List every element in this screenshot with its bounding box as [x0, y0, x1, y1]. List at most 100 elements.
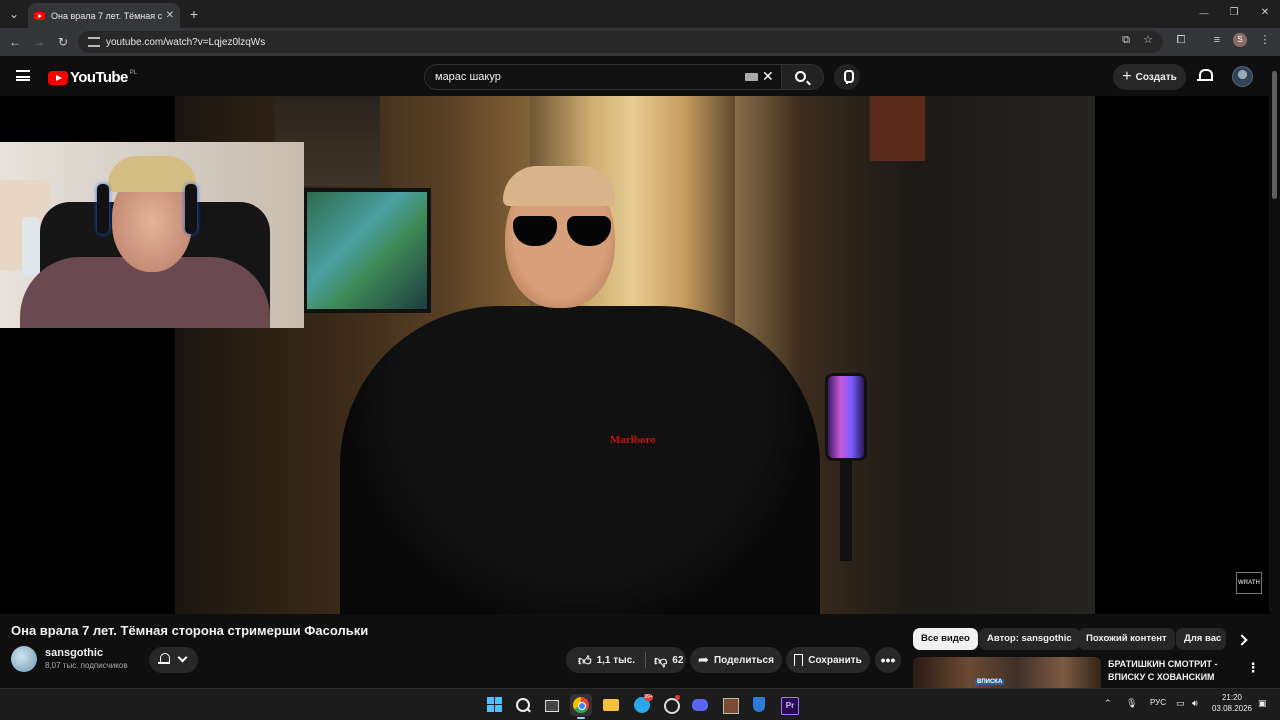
chip-for-you[interactable]: Для вас — [1176, 628, 1226, 650]
premiere-pro-icon[interactable] — [778, 694, 800, 716]
like-count: 1,1 тыс. — [596, 654, 636, 666]
search-button[interactable] — [782, 64, 824, 90]
channel-avatar[interactable] — [11, 646, 37, 672]
logo-text: YouTube — [70, 69, 128, 86]
dislike-button[interactable]: 👎︎ 62 — [654, 647, 683, 673]
file-explorer-icon[interactable] — [600, 694, 622, 716]
task-view-icon[interactable] — [541, 694, 563, 716]
background-monitor — [303, 188, 431, 313]
recommended-menu-icon[interactable]: ⋮ — [1246, 660, 1260, 676]
share-button[interactable]: ➦ Поделиться — [690, 647, 782, 673]
water-bottle — [22, 217, 40, 277]
search-input[interactable]: марас шакур — [424, 64, 782, 90]
forward-icon[interactable]: → — [29, 32, 49, 52]
webcam-overlay — [0, 142, 304, 328]
url-text: youtube.com/watch?v=Lqjez0lzqWs — [106, 36, 266, 48]
country-code: PL — [129, 69, 138, 76]
network-icon[interactable]: ▭ — [1176, 698, 1185, 709]
chip-all-videos[interactable]: Все видео — [913, 628, 978, 650]
address-bar[interactable]: youtube.com/watch?v=Lqjez0lzqWs — [78, 31, 1163, 53]
new-tab-button[interactable]: + — [184, 4, 204, 24]
active-app-indicator — [577, 717, 585, 719]
telegram-badge: 99+ — [644, 694, 653, 701]
app-icon[interactable] — [660, 694, 682, 716]
media-icon[interactable]: ≡ — [1209, 32, 1225, 48]
start-button[interactable] — [484, 694, 506, 716]
subscribed-button[interactable] — [149, 647, 198, 673]
browser-tab-strip: ⌄ Она врала 7 лет. Тёмная сторона стриме… — [0, 0, 1280, 28]
save-button[interactable]: Сохранить — [786, 647, 870, 673]
youtube-header: YouTube PL марас шакур ✕ + Создать — [0, 56, 1280, 96]
mic-icon[interactable] — [834, 64, 860, 90]
keyboard-icon[interactable] — [745, 73, 758, 81]
presenter-hair — [503, 166, 615, 206]
tab-close-icon[interactable]: ✕ — [166, 10, 174, 21]
streamer-hair — [108, 156, 196, 192]
hamburger-icon[interactable] — [16, 70, 30, 81]
rgb-microphone — [825, 373, 867, 461]
dislike-icon: 👎︎ — [654, 652, 668, 668]
youtube-logo[interactable]: YouTube PL — [48, 69, 137, 86]
search-icon — [795, 71, 806, 82]
close-window-button[interactable]: ✕ — [1255, 3, 1275, 23]
like-divider — [645, 652, 647, 668]
tray-chevron-icon[interactable]: ⌃ — [1104, 698, 1112, 709]
browser-toolbar: ← → ↻ youtube.com/watch?v=Lqjez0lzqWs ⧉ … — [0, 28, 1280, 56]
share-label: Поделиться — [713, 654, 774, 666]
windows-logo-icon — [487, 697, 494, 704]
like-button[interactable]: 👍︎ 1,1 тыс. — [566, 647, 635, 673]
windows-logo-icon — [487, 705, 494, 712]
chrome-icon[interactable] — [570, 694, 592, 716]
recommended-title[interactable]: БРАТИШКИН СМОТРИТ - ВПИСКУ С ХОВАНСКИМ — [1108, 658, 1233, 684]
telegram-icon[interactable]: 99+ — [631, 694, 653, 716]
star-icon[interactable]: ☆ — [1140, 32, 1156, 48]
bell-icon[interactable] — [1197, 69, 1213, 83]
volume-icon[interactable]: 🔊︎ — [1192, 698, 1198, 709]
kebab-menu-icon[interactable]: ⋮ — [1257, 32, 1273, 48]
clear-icon[interactable]: ✕ — [762, 68, 774, 85]
windows-logo-icon — [495, 705, 502, 712]
restore-button[interactable]: ❐ — [1224, 3, 1244, 23]
cast-icon[interactable]: ⧉ — [1118, 32, 1134, 48]
back-icon[interactable]: ← — [5, 32, 25, 52]
chip-by-author[interactable]: Автор: sansgothic — [979, 628, 1080, 650]
chevron-right-icon[interactable] — [1233, 630, 1253, 650]
like-dislike-group: 👍︎ 1,1 тыс. 👎︎ 62 — [566, 647, 686, 673]
recommended-thumbnail[interactable]: ВПИСКА — [913, 657, 1101, 688]
tab-title: Она врала 7 лет. Тёмная сторона стримерш… — [51, 10, 162, 21]
youtube-favicon — [34, 11, 45, 20]
browser-tab[interactable]: Она врала 7 лет. Тёмная сторона стримерш… — [28, 3, 180, 28]
scrollbar-thumb[interactable] — [1272, 71, 1277, 199]
tab-search-icon[interactable]: ⌄ — [4, 4, 24, 24]
create-button[interactable]: + Создать — [1113, 64, 1186, 90]
discord-icon[interactable] — [689, 694, 711, 716]
like-icon: 👍︎ — [578, 652, 592, 668]
video-player[interactable]: Marlboro WRATH — [0, 96, 1269, 614]
mic-stand — [840, 461, 852, 561]
system-clock[interactable]: 21:20 03.08.2026 — [1208, 692, 1256, 714]
site-info-icon[interactable] — [88, 37, 100, 47]
account-avatar[interactable] — [1232, 66, 1253, 87]
shirt-logo: Marlboro — [610, 434, 656, 446]
vpn-shield-icon[interactable] — [748, 694, 770, 716]
windows-logo-icon — [495, 697, 502, 704]
video-frame: Marlboro — [175, 96, 1095, 614]
chip-related[interactable]: Похожий контент — [1078, 628, 1175, 650]
microphone-tray-icon[interactable]: 🎙︎ — [1126, 698, 1137, 709]
minimize-button[interactable]: — — [1194, 3, 1214, 23]
thumbnail-tag: ВПИСКА — [975, 679, 1005, 685]
clock-date: 03.08.2026 — [1211, 704, 1253, 713]
bookmark-icon — [794, 654, 804, 666]
page-scrollbar[interactable] — [1269, 56, 1280, 688]
reload-icon[interactable]: ↻ — [53, 32, 73, 52]
chevron-down-icon — [177, 652, 188, 663]
share-icon: ➦ — [698, 652, 709, 667]
game-icon[interactable] — [719, 694, 741, 716]
profile-avatar[interactable]: S — [1233, 33, 1247, 47]
taskbar-search-icon[interactable] — [512, 694, 534, 716]
more-actions-button[interactable]: ••• — [875, 647, 901, 673]
language-indicator[interactable]: РУС — [1150, 698, 1166, 707]
extensions-icon[interactable]: ⧠ — [1173, 32, 1189, 48]
channel-name[interactable]: sansgothic — [45, 647, 103, 659]
notifications-icon[interactable]: ▣ — [1258, 698, 1267, 709]
